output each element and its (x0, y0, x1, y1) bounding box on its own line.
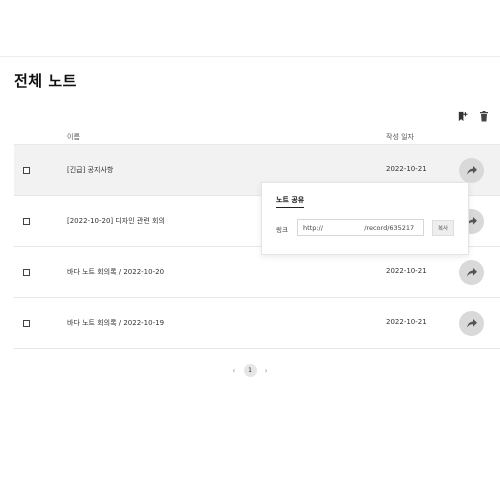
link-label: 링크 (276, 226, 288, 234)
page-title: 전체 노트 (14, 72, 77, 90)
column-header-date: 작성 일자 (386, 133, 414, 141)
row-checkbox[interactable] (23, 269, 30, 276)
prev-page-button[interactable]: ‹ (232, 366, 235, 375)
column-header-name: 이름 (67, 133, 80, 141)
bookmark-plus-icon (457, 107, 468, 126)
bookmark-add-button[interactable] (455, 109, 469, 123)
share-button[interactable] (459, 158, 484, 183)
note-title[interactable]: 바다 노트 회의록 / 2022-10-20 (67, 267, 164, 277)
copy-button[interactable]: 복사 (432, 220, 454, 236)
next-page-button[interactable]: › (265, 366, 268, 375)
row-checkbox[interactable] (23, 167, 30, 174)
note-date: 2022-10-21 (386, 165, 427, 173)
trash-icon (479, 107, 489, 126)
note-title[interactable]: [2022-10-20] 디자인 관련 회의 (67, 216, 165, 226)
share-popup-title: 노트 공유 (276, 195, 305, 208)
row-checkbox[interactable] (23, 218, 30, 225)
note-title[interactable]: 바다 노트 회의록 / 2022-10-19 (67, 318, 164, 328)
page-number-current[interactable]: 1 (243, 363, 257, 377)
share-arrow-icon (466, 319, 477, 328)
share-button[interactable] (459, 260, 484, 285)
top-bar (0, 0, 500, 57)
share-button[interactable] (459, 311, 484, 336)
note-date: 2022-10-21 (386, 267, 427, 275)
share-arrow-icon (466, 268, 477, 277)
table-header: 이름 작성 일자 (14, 128, 500, 145)
table-row[interactable]: 바다 노트 회의록 / 2022-10-19 2022-10-21 (14, 298, 500, 349)
pagination: ‹ 1 › (0, 363, 500, 377)
share-popup: 노트 공유 링크 복사 (261, 182, 469, 255)
delete-button[interactable] (477, 109, 491, 123)
note-title[interactable]: [긴급] 공지사항 (67, 165, 113, 175)
note-date: 2022-10-21 (386, 318, 427, 326)
row-checkbox[interactable] (23, 320, 30, 327)
share-link-input[interactable] (297, 219, 424, 236)
share-arrow-icon (466, 166, 477, 175)
